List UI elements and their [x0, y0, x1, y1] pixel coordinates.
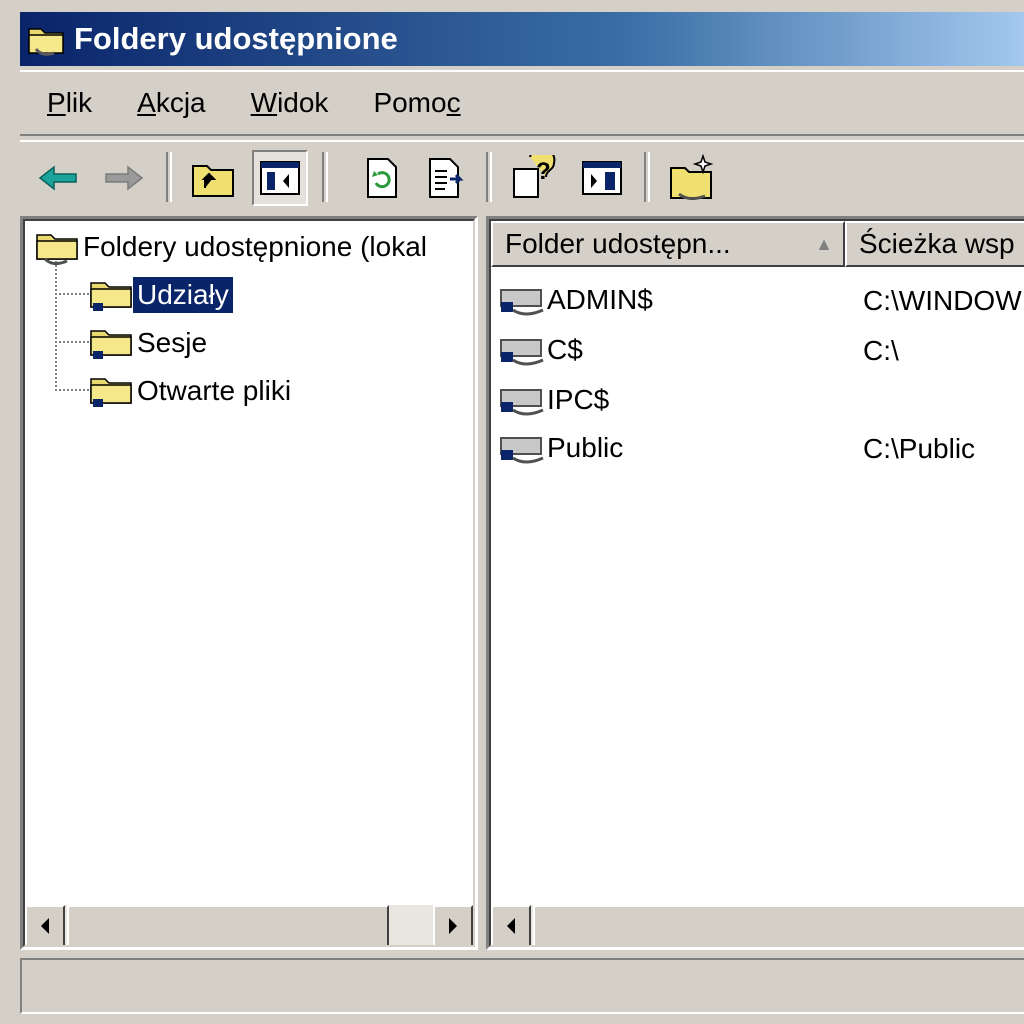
menu-widok[interactable]: Widok: [251, 87, 329, 119]
tree-item-otwarte-pliki[interactable]: Otwarte pliki: [89, 371, 295, 411]
share-name: IPC$: [547, 384, 610, 415]
title-bar[interactable]: Foldery udostępnione: [20, 12, 1024, 66]
network-share-icon: [500, 437, 544, 464]
toolbar-separator: [166, 152, 172, 202]
back-arrow-icon: [38, 165, 77, 191]
right-triangle-icon: [449, 918, 457, 934]
forward-button[interactable]: [96, 150, 152, 206]
tree-connector: [55, 261, 57, 391]
help-icon: ?: [513, 155, 556, 198]
tree-item-label: Udziały: [132, 276, 234, 314]
menu-pomoc[interactable]: Pomoc: [373, 87, 460, 119]
show-hide-tree-icon: [260, 161, 300, 195]
column-header-label: Folder udostępn...: [505, 228, 731, 259]
sessions-folder-icon: [90, 330, 132, 359]
list-row-public[interactable]: Public: [499, 425, 623, 471]
results-frame: Folder udostępn... ▲ Ścieżka wsp ADMIN$ …: [489, 219, 1024, 947]
tree-root-shared-folders[interactable]: Foldery udostępnione (lokal: [35, 227, 431, 267]
toolbar-separator: [644, 152, 650, 202]
list-row-admin[interactable]: ADMIN$: [499, 277, 653, 323]
results-pane: Folder udostępn... ▲ Ścieżka wsp ADMIN$ …: [486, 216, 1024, 950]
shared-folder-icon: [28, 28, 64, 56]
scroll-thumb[interactable]: [67, 905, 389, 945]
column-header-label: Ścieżka wsp: [859, 228, 1015, 259]
share-name: Public: [547, 432, 624, 463]
tree-root-label: Foldery udostępnione (lokal: [83, 231, 427, 262]
sort-ascending-icon: ▲: [815, 233, 833, 254]
help-button[interactable]: ?: [506, 150, 562, 206]
window-title: Foldery udostępnione: [74, 21, 398, 56]
toolbar: ?: [20, 140, 1024, 208]
refresh-icon: [367, 158, 397, 198]
tree-item-label: Otwarte pliki: [137, 375, 292, 406]
status-bar: [20, 958, 1024, 1014]
menu-pomoc-label: Pomo: [373, 87, 447, 118]
shares-folder-icon: [90, 282, 132, 311]
network-share-icon: [500, 289, 544, 316]
refresh-button[interactable]: [354, 150, 410, 206]
list-row-c[interactable]: C$: [499, 327, 583, 373]
left-triangle-icon: [41, 918, 49, 934]
toolbar-separator: [486, 152, 492, 202]
show-hide-action-pane-button[interactable]: [574, 150, 630, 206]
mmc-window: Foldery udostępnione Plik Akcja Widok Po…: [0, 0, 1024, 1024]
export-list-button[interactable]: [418, 150, 474, 206]
shared-folder-icon: [36, 234, 78, 266]
network-share-icon: [500, 339, 544, 366]
show-hide-console-tree-button[interactable]: [252, 150, 308, 206]
column-header-shared-folder[interactable]: Folder udostępn... ▲: [491, 221, 845, 267]
menu-plik-label: lik: [65, 87, 93, 118]
tree-item-udzialy[interactable]: Udziały: [89, 275, 234, 315]
menu-plik-accesskey: P: [47, 87, 66, 118]
console-tree-frame: Foldery udostępnione (lokal Udziały Sesj…: [23, 219, 475, 947]
up-one-level-button[interactable]: [186, 150, 242, 206]
back-button[interactable]: [30, 150, 86, 206]
network-share-icon: [500, 389, 544, 416]
forward-arrow-icon: [105, 165, 144, 191]
menu-akcja[interactable]: Akcja: [137, 87, 205, 119]
new-share-icon: [670, 154, 714, 201]
tree-connector: [55, 389, 89, 391]
new-share-button[interactable]: [664, 150, 720, 206]
tree-item-label: Sesje: [137, 327, 208, 358]
share-path: C:\WINDOW: [863, 285, 1022, 316]
open-files-folder-icon: [90, 378, 132, 407]
tree-horizontal-scrollbar[interactable]: [25, 905, 473, 945]
left-triangle-icon: [507, 918, 515, 934]
share-name: C$: [547, 334, 583, 365]
svg-text:?: ?: [536, 158, 551, 185]
show-hide-action-pane-icon: [582, 161, 622, 195]
menu-akcja-label: kcja: [155, 87, 206, 118]
menu-widok-label: idok: [277, 87, 329, 118]
tree-connector: [55, 293, 89, 295]
menu-plik[interactable]: Plik: [47, 87, 92, 119]
share-path: C:\: [863, 335, 899, 366]
list-row-ipc[interactable]: IPC$: [499, 377, 609, 423]
scroll-left-button[interactable]: [25, 905, 65, 945]
menu-pomoc-accesskey: c: [446, 87, 461, 118]
column-header-shared-path[interactable]: Ścieżka wsp: [845, 221, 1024, 267]
tree-item-sesje[interactable]: Sesje: [89, 323, 211, 363]
scroll-thumb[interactable]: [533, 905, 1024, 945]
share-name: ADMIN$: [547, 284, 653, 315]
tree-connector: [55, 341, 89, 343]
menu-akcja-accesskey: A: [137, 87, 156, 118]
export-list-icon: [429, 158, 464, 198]
scroll-left-button[interactable]: [491, 905, 531, 945]
scroll-right-button[interactable]: [433, 905, 473, 945]
menu-bar: Plik Akcja Widok Pomoc: [20, 70, 1024, 136]
toolbar-separator: [322, 152, 328, 202]
share-path: C:\Public: [863, 433, 976, 464]
up-folder-icon: [192, 165, 234, 197]
list-horizontal-scrollbar[interactable]: [491, 905, 1024, 945]
console-tree-pane: Foldery udostępnione (lokal Udziały Sesj…: [20, 216, 478, 950]
menu-widok-accesskey: W: [250, 87, 278, 118]
